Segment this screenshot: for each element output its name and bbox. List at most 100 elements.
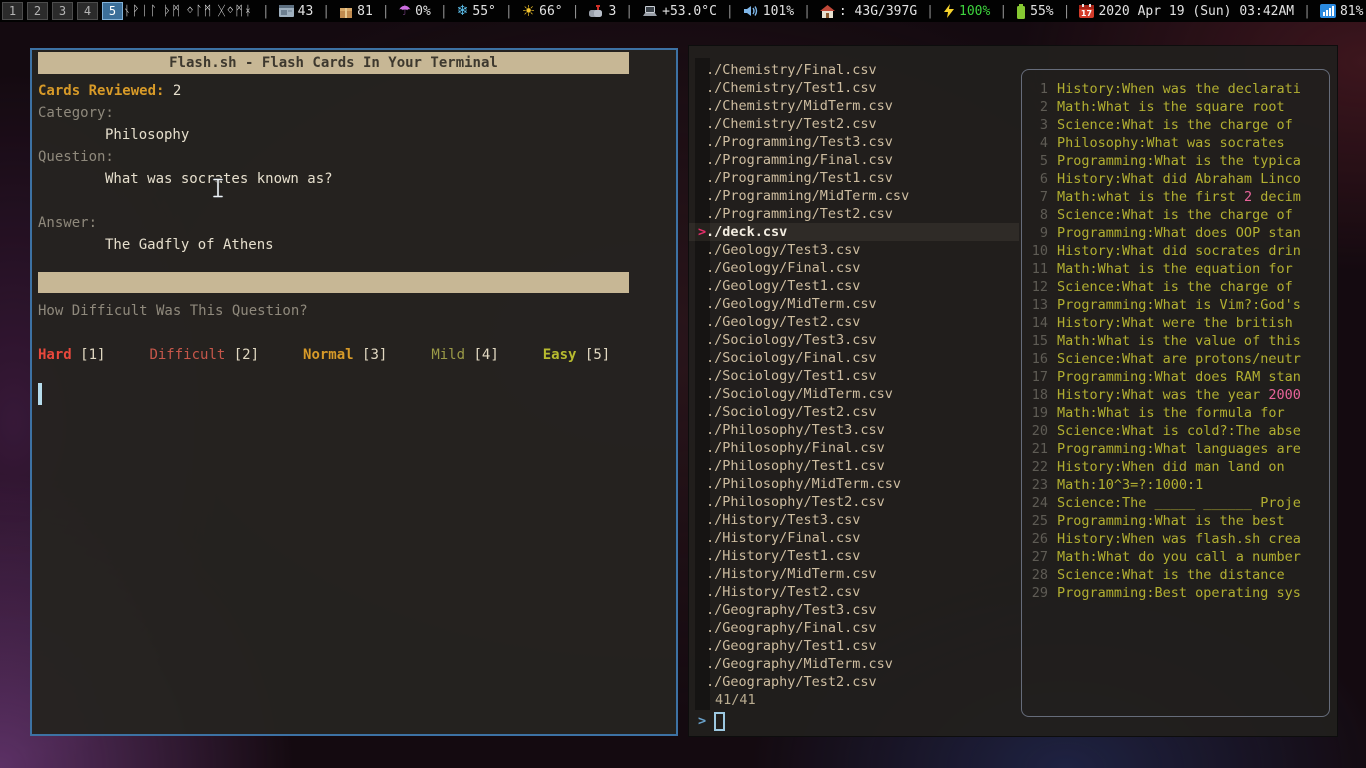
file-row[interactable]: ./Geography/Test1.csv — [689, 637, 1019, 655]
status-item-package: 81 — [339, 4, 373, 19]
preview-text: Math:10^3=?:1000:1 — [1057, 476, 1203, 494]
preview-text: Programming:What is the best — [1057, 512, 1285, 530]
preview-pane: 1History:When was the declarati2Math:Wha… — [1021, 69, 1330, 717]
file-name: ./Sociology/MidTerm.csv — [705, 385, 893, 403]
file-name: ./History/Test2.csv — [705, 583, 860, 601]
file-row[interactable]: ./Geology/MidTerm.csv — [689, 295, 1019, 313]
preview-line: 14 History:What were the british — [1022, 314, 1329, 332]
workspace-button-5[interactable]: 5 — [102, 2, 123, 20]
preview-line: 2Math:What is the square root — [1022, 98, 1329, 116]
difficulty-option-difficult[interactable]: Difficult [2] — [149, 344, 259, 366]
selection-pointer — [689, 565, 705, 583]
line-number: 2 — [1022, 98, 1048, 116]
difficulty-option-mild[interactable]: Mild [4] — [431, 344, 498, 366]
file-row[interactable]: ./Sociology/MidTerm.csv — [689, 385, 1019, 403]
selection-pointer — [689, 295, 705, 313]
file-row[interactable]: ./Programming/Final.csv — [689, 151, 1019, 169]
file-row[interactable]: ./Sociology/Test1.csv — [689, 367, 1019, 385]
file-name: ./Geology/Test1.csv — [705, 277, 860, 295]
line-number: 12 — [1022, 278, 1048, 296]
line-number: 8 — [1022, 206, 1048, 224]
file-row[interactable]: ./Programming/Test3.csv — [689, 133, 1019, 151]
file-row[interactable]: ./Geology/Test2.csv — [689, 313, 1019, 331]
mailbox-icon — [588, 5, 604, 18]
file-row[interactable]: ./Programming/Test1.csv — [689, 169, 1019, 187]
preview-text: History:When was flash.sh crea — [1057, 530, 1301, 548]
snowflake-icon: ❄ — [457, 3, 469, 19]
file-name: ./Geology/Test3.csv — [705, 241, 860, 259]
preview-text: History:What were the british — [1057, 314, 1293, 332]
selection-pointer — [689, 385, 705, 403]
file-row[interactable]: ./Geography/Test3.csv — [689, 601, 1019, 619]
file-name: ./Philosophy/Test1.csv — [705, 457, 885, 475]
file-row[interactable]: ./Programming/MidTerm.csv — [689, 187, 1019, 205]
preview-line: 12Science:What is the charge of — [1022, 278, 1329, 296]
status-value: 2020 Apr 19 (Sun) 03:42AM — [1098, 4, 1294, 19]
preview-text: Math:What is the formula for — [1057, 404, 1285, 422]
status-value: 0% — [415, 4, 431, 19]
selection-pointer — [689, 457, 705, 475]
file-row[interactable]: ./Philosophy/Test2.csv — [689, 493, 1019, 511]
status-item-laptop: +53.0°C — [642, 4, 717, 19]
workspace-button-2[interactable]: 2 — [27, 2, 48, 20]
status-value: 100% — [959, 4, 990, 19]
preview-text: Science:What is the distance — [1057, 566, 1285, 584]
file-row[interactable]: ./Sociology/Final.csv — [689, 349, 1019, 367]
file-row[interactable]: ./Philosophy/MidTerm.csv — [689, 475, 1019, 493]
flashcard-title-bar: Flash.sh - Flash Cards In Your Terminal — [38, 52, 629, 74]
file-row[interactable]: ./Philosophy/Test3.csv — [689, 421, 1019, 439]
line-number: 21 — [1022, 440, 1048, 458]
workspace-button-1[interactable]: 1 — [2, 2, 23, 20]
file-row[interactable]: ./Philosophy/Final.csv — [689, 439, 1019, 457]
selection-pointer — [689, 439, 705, 457]
line-number: 14 — [1022, 314, 1048, 332]
file-row[interactable]: ./Geology/Final.csv — [689, 259, 1019, 277]
blank-line — [38, 190, 666, 212]
file-row[interactable]: ./Chemistry/Test1.csv — [689, 79, 1019, 97]
file-row[interactable]: ./Programming/Test2.csv — [689, 205, 1019, 223]
file-row[interactable]: ./History/Test3.csv — [689, 511, 1019, 529]
difficulty-option-normal[interactable]: Normal [3] — [303, 344, 387, 366]
file-row[interactable]: ./Chemistry/Final.csv — [689, 61, 1019, 79]
file-name: ./Philosophy/Test2.csv — [705, 493, 885, 511]
search-prompt[interactable]: > — [698, 711, 725, 731]
file-row[interactable]: ./History/MidTerm.csv — [689, 565, 1019, 583]
terminal-cursor[interactable] — [38, 383, 42, 405]
preview-text: Science:The _____ ______ Proje — [1057, 494, 1301, 512]
preview-text: History:What did Abraham Linco — [1057, 170, 1301, 188]
file-row[interactable]: ./History/Test2.csv — [689, 583, 1019, 601]
file-row[interactable]: ./Geology/Test1.csv — [689, 277, 1019, 295]
file-row[interactable]: ./Geography/MidTerm.csv — [689, 655, 1019, 673]
difficulty-option-easy[interactable]: Easy [5] — [543, 344, 610, 366]
separator: | — [260, 4, 272, 19]
workspace-button-3[interactable]: 3 — [52, 2, 73, 20]
file-row[interactable]: ./Chemistry/MidTerm.csv — [689, 97, 1019, 115]
file-row[interactable]: ./History/Test1.csv — [689, 547, 1019, 565]
preview-text: Math:What is the value of this — [1057, 332, 1301, 350]
file-row[interactable]: ./Geography/Final.csv — [689, 619, 1019, 637]
separator: | — [503, 4, 515, 19]
file-row[interactable]: >./deck.csv — [689, 223, 1019, 241]
file-row[interactable]: ./Philosophy/Test1.csv — [689, 457, 1019, 475]
preview-line: 28Science:What is the distance — [1022, 566, 1329, 584]
file-row[interactable]: ./History/Final.csv — [689, 529, 1019, 547]
file-row[interactable]: ./Chemistry/Test2.csv — [689, 115, 1019, 133]
preview-text: Programming:What does RAM stan — [1057, 368, 1301, 386]
file-row[interactable]: ./Geology/Test3.csv — [689, 241, 1019, 259]
status-value: 55° — [472, 4, 495, 19]
workspace-button-4[interactable]: 4 — [77, 2, 98, 20]
status-item-umbrella: ☂0% — [399, 3, 431, 19]
file-name: ./Sociology/Test2.csv — [705, 403, 877, 421]
preview-line: 20Science:What is cold?:The abse — [1022, 422, 1329, 440]
file-row[interactable]: ./Sociology/Test3.csv — [689, 331, 1019, 349]
preview-line: 22History:When did man land on — [1022, 458, 1329, 476]
file-name: ./Geology/MidTerm.csv — [705, 295, 877, 313]
difficulty-option-hard[interactable]: Hard [1] — [38, 344, 105, 366]
line-number: 4 — [1022, 134, 1048, 152]
file-name: ./History/Test3.csv — [705, 511, 860, 529]
file-row[interactable]: ./Sociology/Test2.csv — [689, 403, 1019, 421]
file-row[interactable]: ./Geography/Test2.csv — [689, 673, 1019, 691]
selection-pointer — [689, 511, 705, 529]
preview-line: 27Math:What do you call a number — [1022, 548, 1329, 566]
status-bar: 12345 ᚾᚹᛁᛚ ᚦᛗ ᛜᛚᛗ ᚷᛜᛗᚼ | 43|81|☂0%|❄55°|… — [0, 0, 1366, 22]
